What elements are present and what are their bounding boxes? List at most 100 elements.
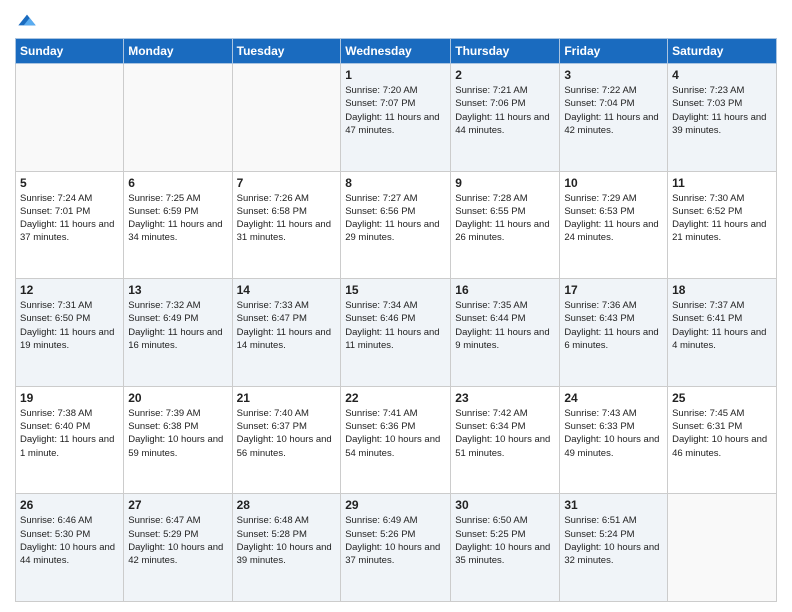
day-number: 10 (564, 176, 663, 190)
calendar-page: Sunday Monday Tuesday Wednesday Thursday… (0, 0, 792, 612)
day-number: 16 (455, 283, 555, 297)
table-row (668, 494, 777, 602)
day-number: 30 (455, 498, 555, 512)
day-info: Sunrise: 7:41 AM Sunset: 6:36 PM Dayligh… (345, 407, 446, 460)
day-info: Sunrise: 7:39 AM Sunset: 6:38 PM Dayligh… (128, 407, 227, 460)
day-info: Sunrise: 7:35 AM Sunset: 6:44 PM Dayligh… (455, 299, 555, 352)
day-number: 1 (345, 68, 446, 82)
calendar-table: Sunday Monday Tuesday Wednesday Thursday… (15, 38, 777, 602)
day-info: Sunrise: 7:21 AM Sunset: 7:06 PM Dayligh… (455, 84, 555, 137)
table-row: 19 Sunrise: 7:38 AM Sunset: 6:40 PM Dayli… (16, 386, 124, 494)
weekday-header-row: Sunday Monday Tuesday Wednesday Thursday… (16, 39, 777, 64)
table-row: 28 Sunrise: 6:48 AM Sunset: 5:28 PM Dayli… (232, 494, 341, 602)
day-info: Sunrise: 7:22 AM Sunset: 7:04 PM Dayligh… (564, 84, 663, 137)
day-info: Sunrise: 6:47 AM Sunset: 5:29 PM Dayligh… (128, 514, 227, 567)
day-number: 2 (455, 68, 555, 82)
day-info: Sunrise: 7:27 AM Sunset: 6:56 PM Dayligh… (345, 192, 446, 245)
day-info: Sunrise: 7:29 AM Sunset: 6:53 PM Dayligh… (564, 192, 663, 245)
day-info: Sunrise: 7:26 AM Sunset: 6:58 PM Dayligh… (237, 192, 337, 245)
day-info: Sunrise: 6:51 AM Sunset: 5:24 PM Dayligh… (564, 514, 663, 567)
day-info: Sunrise: 7:37 AM Sunset: 6:41 PM Dayligh… (672, 299, 772, 352)
table-row: 14 Sunrise: 7:33 AM Sunset: 6:47 PM Dayli… (232, 279, 341, 387)
table-row: 1 Sunrise: 7:20 AM Sunset: 7:07 PM Daylig… (341, 64, 451, 172)
header-monday: Monday (124, 39, 232, 64)
day-number: 22 (345, 391, 446, 405)
header-thursday: Thursday (451, 39, 560, 64)
table-row: 9 Sunrise: 7:28 AM Sunset: 6:55 PM Daylig… (451, 171, 560, 279)
day-number: 29 (345, 498, 446, 512)
header (15, 10, 777, 30)
day-info: Sunrise: 7:24 AM Sunset: 7:01 PM Dayligh… (20, 192, 119, 245)
day-info: Sunrise: 7:28 AM Sunset: 6:55 PM Dayligh… (455, 192, 555, 245)
day-info: Sunrise: 7:42 AM Sunset: 6:34 PM Dayligh… (455, 407, 555, 460)
day-number: 19 (20, 391, 119, 405)
table-row: 7 Sunrise: 7:26 AM Sunset: 6:58 PM Daylig… (232, 171, 341, 279)
day-number: 12 (20, 283, 119, 297)
table-row: 22 Sunrise: 7:41 AM Sunset: 6:36 PM Dayli… (341, 386, 451, 494)
header-sunday: Sunday (16, 39, 124, 64)
header-tuesday: Tuesday (232, 39, 341, 64)
header-friday: Friday (560, 39, 668, 64)
day-info: Sunrise: 6:49 AM Sunset: 5:26 PM Dayligh… (345, 514, 446, 567)
day-info: Sunrise: 7:25 AM Sunset: 6:59 PM Dayligh… (128, 192, 227, 245)
table-row: 6 Sunrise: 7:25 AM Sunset: 6:59 PM Daylig… (124, 171, 232, 279)
day-number: 7 (237, 176, 337, 190)
table-row: 30Sunrise: 6:50 AM Sunset: 5:25 PM Dayli… (451, 494, 560, 602)
day-number: 20 (128, 391, 227, 405)
day-number: 28 (237, 498, 337, 512)
logo (15, 10, 37, 30)
day-number: 14 (237, 283, 337, 297)
header-saturday: Saturday (668, 39, 777, 64)
day-number: 3 (564, 68, 663, 82)
header-wednesday: Wednesday (341, 39, 451, 64)
day-info: Sunrise: 7:36 AM Sunset: 6:43 PM Dayligh… (564, 299, 663, 352)
table-row: 17Sunrise: 7:36 AM Sunset: 6:43 PM Dayli… (560, 279, 668, 387)
day-number: 6 (128, 176, 227, 190)
table-row: 21Sunrise: 7:40 AM Sunset: 6:37 PM Dayli… (232, 386, 341, 494)
table-row: 13 Sunrise: 7:32 AM Sunset: 6:49 PM Dayli… (124, 279, 232, 387)
day-number: 24 (564, 391, 663, 405)
table-row: 4Sunrise: 7:23 AM Sunset: 7:03 PM Daylig… (668, 64, 777, 172)
calendar-week-row: 12Sunrise: 7:31 AM Sunset: 6:50 PM Dayli… (16, 279, 777, 387)
table-row: 5Sunrise: 7:24 AM Sunset: 7:01 PM Daylig… (16, 171, 124, 279)
day-info: Sunrise: 7:38 AM Sunset: 6:40 PM Dayligh… (20, 407, 119, 460)
day-number: 15 (345, 283, 446, 297)
day-info: Sunrise: 7:23 AM Sunset: 7:03 PM Dayligh… (672, 84, 772, 137)
calendar-week-row: 1 Sunrise: 7:20 AM Sunset: 7:07 PM Daylig… (16, 64, 777, 172)
day-info: Sunrise: 7:33 AM Sunset: 6:47 PM Dayligh… (237, 299, 337, 352)
table-row: 3 Sunrise: 7:22 AM Sunset: 7:04 PM Daylig… (560, 64, 668, 172)
table-row: 25Sunrise: 7:45 AM Sunset: 6:31 PM Dayli… (668, 386, 777, 494)
calendar-week-row: 26 Sunrise: 6:46 AM Sunset: 5:30 PM Dayli… (16, 494, 777, 602)
day-number: 31 (564, 498, 663, 512)
table-row: 26 Sunrise: 6:46 AM Sunset: 5:30 PM Dayli… (16, 494, 124, 602)
day-info: Sunrise: 6:48 AM Sunset: 5:28 PM Dayligh… (237, 514, 337, 567)
day-number: 13 (128, 283, 227, 297)
table-row: 2 Sunrise: 7:21 AM Sunset: 7:06 PM Daylig… (451, 64, 560, 172)
day-info: Sunrise: 7:30 AM Sunset: 6:52 PM Dayligh… (672, 192, 772, 245)
day-info: Sunrise: 7:20 AM Sunset: 7:07 PM Dayligh… (345, 84, 446, 137)
day-number: 11 (672, 176, 772, 190)
day-info: Sunrise: 7:32 AM Sunset: 6:49 PM Dayligh… (128, 299, 227, 352)
table-row (232, 64, 341, 172)
table-row (124, 64, 232, 172)
day-info: Sunrise: 7:40 AM Sunset: 6:37 PM Dayligh… (237, 407, 337, 460)
table-row: 20 Sunrise: 7:39 AM Sunset: 6:38 PM Dayli… (124, 386, 232, 494)
calendar-week-row: 5Sunrise: 7:24 AM Sunset: 7:01 PM Daylig… (16, 171, 777, 279)
table-row: 12Sunrise: 7:31 AM Sunset: 6:50 PM Dayli… (16, 279, 124, 387)
table-row: 27 Sunrise: 6:47 AM Sunset: 5:29 PM Dayli… (124, 494, 232, 602)
table-row: 29 Sunrise: 6:49 AM Sunset: 5:26 PM Dayli… (341, 494, 451, 602)
day-info: Sunrise: 7:43 AM Sunset: 6:33 PM Dayligh… (564, 407, 663, 460)
day-number: 9 (455, 176, 555, 190)
table-row: 24 Sunrise: 7:43 AM Sunset: 6:33 PM Dayli… (560, 386, 668, 494)
day-number: 25 (672, 391, 772, 405)
day-number: 8 (345, 176, 446, 190)
table-row: 11 Sunrise: 7:30 AM Sunset: 6:52 PM Dayli… (668, 171, 777, 279)
table-row (16, 64, 124, 172)
table-row: 23Sunrise: 7:42 AM Sunset: 6:34 PM Dayli… (451, 386, 560, 494)
day-info: Sunrise: 6:46 AM Sunset: 5:30 PM Dayligh… (20, 514, 119, 567)
day-number: 18 (672, 283, 772, 297)
day-number: 26 (20, 498, 119, 512)
table-row: 31 Sunrise: 6:51 AM Sunset: 5:24 PM Dayli… (560, 494, 668, 602)
day-number: 27 (128, 498, 227, 512)
table-row: 8 Sunrise: 7:27 AM Sunset: 6:56 PM Daylig… (341, 171, 451, 279)
